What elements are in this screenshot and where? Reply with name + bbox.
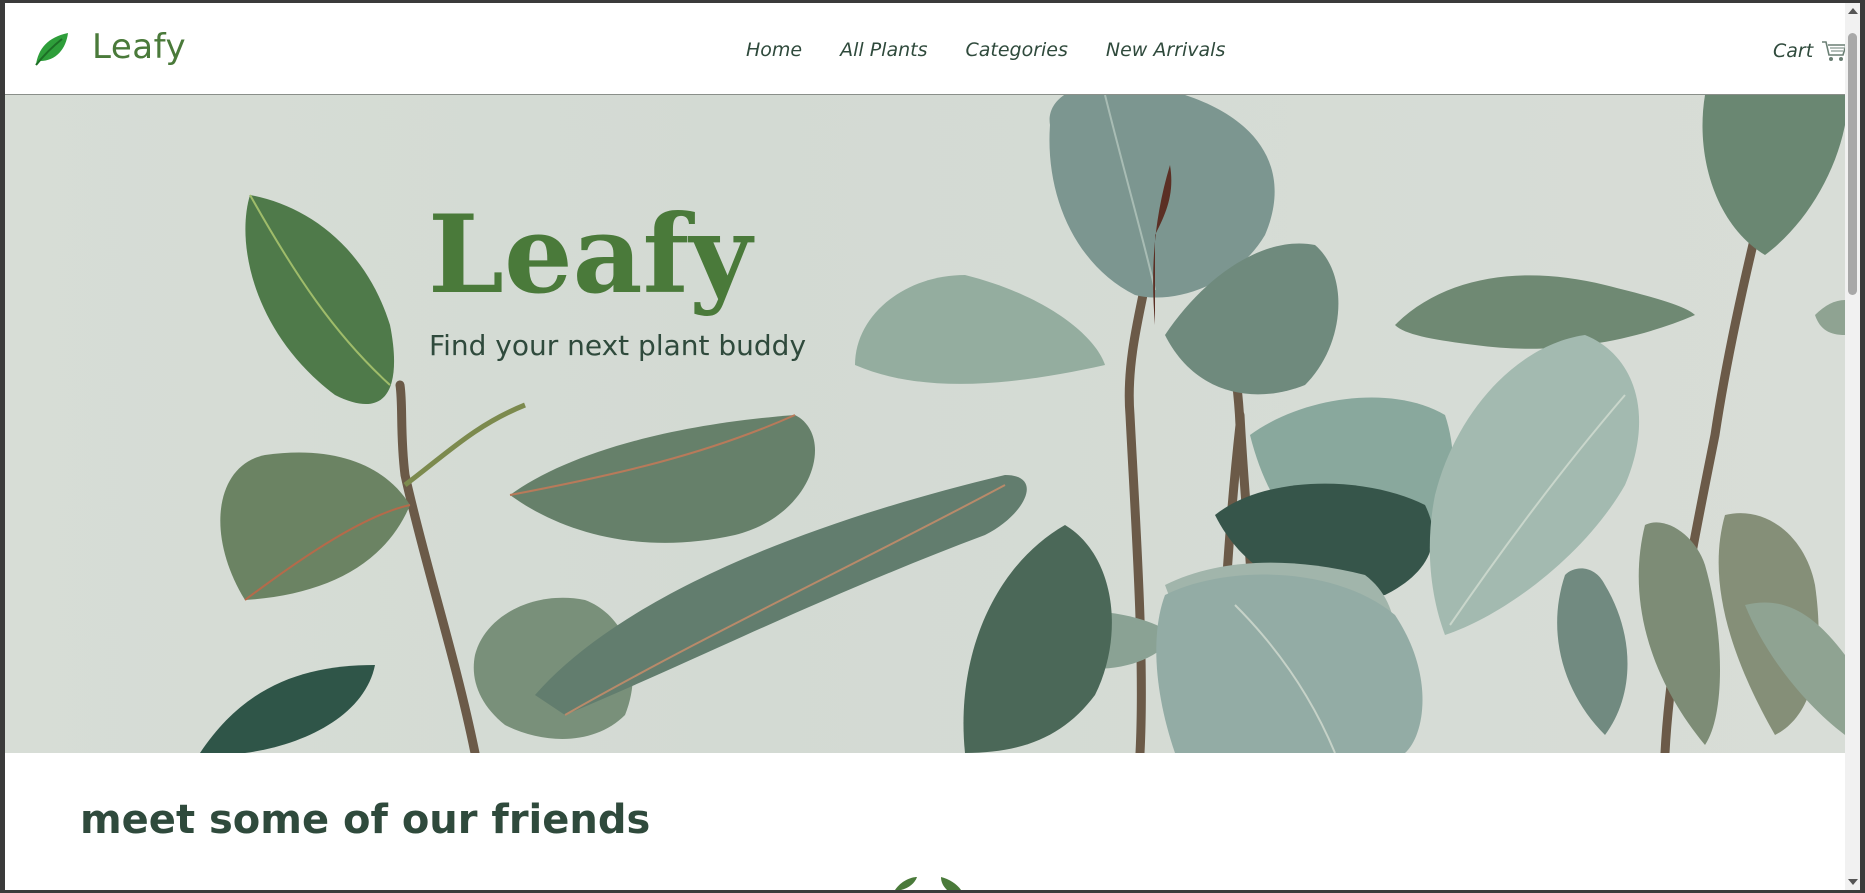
page: Leafy Home All Plants Categories New Arr… (5, 3, 1845, 890)
nav-home[interactable]: Home (746, 39, 802, 61)
scroll-down-icon[interactable] (1848, 879, 1858, 885)
brand-name[interactable]: Leafy (92, 27, 186, 67)
nav-new-arrivals[interactable]: New Arrivals (1106, 39, 1225, 61)
section-leaf-decoration (895, 877, 961, 890)
cart-icon (1822, 41, 1845, 61)
vertical-scrollbar[interactable] (1845, 3, 1860, 890)
scroll-thumb[interactable] (1848, 33, 1857, 295)
hero-banner: Leafy Find your next plant buddy (5, 95, 1845, 753)
hero-subtitle: Find your next plant buddy (429, 329, 807, 362)
nav-all-plants[interactable]: All Plants (840, 39, 927, 61)
nav-categories[interactable]: Categories (965, 39, 1067, 61)
leaf-icon[interactable] (32, 29, 72, 69)
site-header: Leafy Home All Plants Categories New Arr… (5, 3, 1845, 95)
main-nav: Home All Plants Categories New Arrivals (746, 39, 1225, 61)
cart-label: Cart (1773, 40, 1814, 62)
browser-viewport: Leafy Home All Plants Categories New Arr… (5, 3, 1860, 890)
hero-title: Leafy (428, 192, 752, 318)
section-title: meet some of our friends (80, 797, 651, 843)
cart-button[interactable]: Cart (1773, 39, 1845, 63)
scroll-up-icon[interactable] (1848, 8, 1858, 14)
hero-plant-image (200, 95, 1845, 753)
